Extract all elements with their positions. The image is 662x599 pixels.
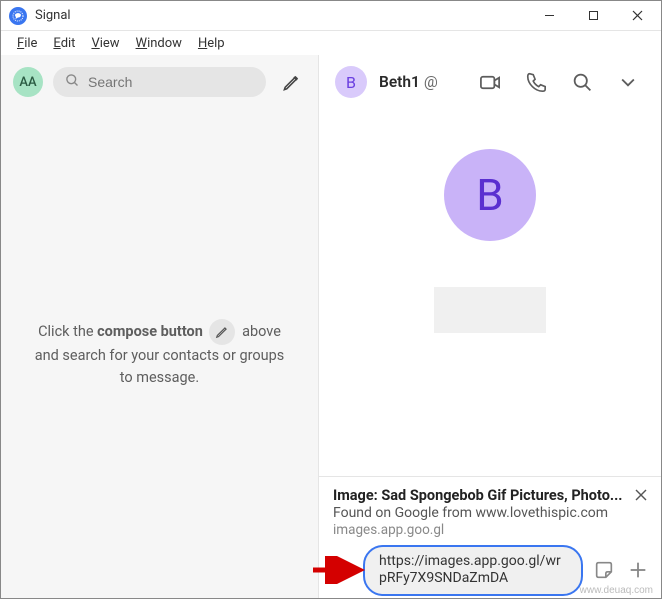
app-icon	[9, 7, 27, 25]
search-icon	[65, 73, 80, 92]
contact-avatar-small[interactable]: B	[335, 66, 367, 98]
sticker-button[interactable]	[591, 557, 617, 583]
maximize-button[interactable]	[571, 2, 615, 30]
sidebar-top: AA	[1, 55, 318, 109]
contact-name[interactable]: Beth1 @	[379, 73, 438, 91]
link-preview-title: Image: Sad Spongebob Gif Pictures, Photo…	[333, 487, 647, 504]
menu-help[interactable]: Help	[190, 34, 233, 53]
menu-view[interactable]: View	[83, 34, 127, 53]
close-button[interactable]	[615, 2, 659, 30]
sidebar: AA Click the compose button above and se…	[1, 55, 319, 598]
menu-edit[interactable]: Edit	[45, 34, 83, 53]
main-area: AA Click the compose button above and se…	[1, 55, 661, 598]
sidebar-empty-state: Click the compose button above and searc…	[1, 109, 318, 598]
image-placeholder	[434, 287, 546, 333]
watermark: www.deuaq.com	[580, 585, 653, 596]
menu-window[interactable]: Window	[128, 34, 190, 53]
titlebar-left: Signal	[9, 7, 71, 25]
conversation-header: B Beth1 @	[319, 55, 661, 109]
contact-avatar-large: B	[444, 149, 536, 241]
minimize-button[interactable]	[527, 2, 571, 30]
search-input-wrapper[interactable]	[53, 67, 266, 97]
pencil-icon	[209, 319, 235, 345]
empty-text-3: to message.	[120, 369, 199, 386]
search-input[interactable]	[88, 74, 254, 90]
emoji-button[interactable]	[329, 557, 355, 583]
at-badge-icon: @	[424, 73, 438, 91]
voice-call-button[interactable]	[519, 65, 553, 99]
window-controls	[527, 2, 659, 30]
empty-text-1a: Click the	[38, 323, 97, 340]
window-titlebar: Signal	[1, 1, 661, 31]
link-preview-close-button[interactable]	[631, 485, 651, 505]
chevron-down-icon[interactable]	[611, 65, 645, 99]
app-title: Signal	[35, 8, 71, 23]
link-preview-subtitle: Found on Google from www.lovethispic.com	[333, 505, 647, 521]
menu-file[interactable]: File	[9, 34, 45, 53]
message-input[interactable]: https://images.app.goo.gl/wrpRFy7X9SNDaZ…	[363, 545, 583, 596]
link-preview: Image: Sad Spongebob Gif Pictures, Photo…	[319, 476, 661, 546]
link-preview-domain: images.app.goo.gl	[333, 522, 647, 538]
menu-bar: File Edit View Window Help	[1, 31, 661, 55]
empty-text-bold: compose button	[97, 323, 203, 340]
empty-text-2: and search for your contacts or groups	[35, 347, 285, 364]
compose-button[interactable]	[276, 67, 306, 97]
user-avatar[interactable]: AA	[13, 67, 43, 97]
empty-text-1b: above	[242, 323, 281, 340]
search-conversation-button[interactable]	[565, 65, 599, 99]
video-call-button[interactable]	[473, 65, 507, 99]
attach-button[interactable]	[625, 557, 651, 583]
conversation-pane: B Beth1 @ B	[319, 55, 661, 598]
